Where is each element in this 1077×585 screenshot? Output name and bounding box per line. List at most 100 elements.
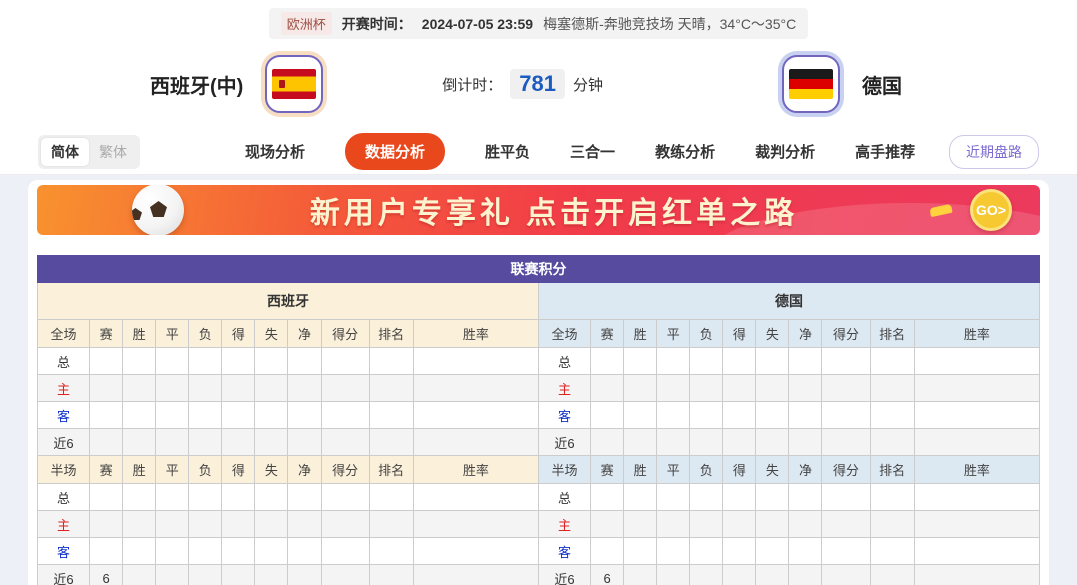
recent-odds-button[interactable]: 近期盘路	[949, 135, 1039, 169]
data-cell	[222, 538, 255, 565]
data-cell	[914, 375, 1039, 402]
column-header: 赛	[90, 456, 123, 484]
data-cell	[756, 402, 789, 429]
data-cell	[657, 484, 690, 511]
column-header: 失	[255, 320, 288, 348]
data-cell: 6	[591, 565, 624, 585]
column-header: 得分	[822, 456, 870, 484]
lang-simplified[interactable]: 简体	[41, 138, 89, 166]
data-cell	[321, 429, 369, 456]
data-cell	[413, 565, 538, 585]
data-cell	[413, 429, 538, 456]
column-header: 负	[690, 456, 723, 484]
tab-referee-analysis[interactable]: 裁判分析	[755, 133, 815, 170]
data-cell	[255, 375, 288, 402]
kickoff-time: 2024-07-05 23:59	[422, 16, 533, 32]
data-cell	[690, 429, 723, 456]
data-cell	[189, 375, 222, 402]
data-cell	[723, 511, 756, 538]
data-cell	[288, 375, 321, 402]
data-cell	[624, 538, 657, 565]
data-cell	[870, 538, 914, 565]
data-cell	[914, 402, 1039, 429]
data-cell	[789, 348, 822, 375]
data-cell	[255, 429, 288, 456]
data-cell	[123, 402, 156, 429]
league-points-section: 联赛积分 西班牙 德国 全场赛胜平负得失净得分排名胜率全场赛胜平负得失净得分排名…	[37, 255, 1040, 585]
tab-coach-analysis[interactable]: 教练分析	[655, 133, 715, 170]
data-cell	[822, 429, 870, 456]
language-toggle[interactable]: 简体 繁体	[38, 135, 140, 169]
data-cell	[591, 511, 624, 538]
data-cell	[870, 565, 914, 585]
germany-flag-icon	[782, 55, 840, 113]
column-header: 得分	[822, 320, 870, 348]
data-cell	[288, 538, 321, 565]
data-cell	[591, 348, 624, 375]
data-cell	[789, 375, 822, 402]
column-header: 平	[156, 456, 189, 484]
data-cell	[624, 375, 657, 402]
data-cell	[189, 511, 222, 538]
data-cell	[90, 402, 123, 429]
data-cell	[789, 402, 822, 429]
spain-flag-icon	[265, 55, 323, 113]
data-cell	[870, 402, 914, 429]
data-cell	[413, 402, 538, 429]
topbar-wrap: 欧洲杯 开赛时间： 2024-07-05 23:59 梅塞德斯-奔驰竞技场 天晴…	[0, 0, 1077, 39]
data-cell	[723, 375, 756, 402]
tab-three-in-one[interactable]: 三合一	[570, 133, 615, 170]
data-cell	[222, 429, 255, 456]
row-label: 客	[538, 402, 590, 429]
data-cell	[321, 348, 369, 375]
tab-expert-picks[interactable]: 高手推荐	[855, 133, 915, 170]
promo-banner[interactable]: 新用户专享礼 点击开启红单之路 GO>	[37, 185, 1040, 235]
data-cell	[156, 511, 189, 538]
data-cell	[657, 538, 690, 565]
tab-data-analysis[interactable]: 数据分析	[345, 133, 445, 170]
section-label: 半场	[38, 456, 90, 484]
data-cell	[822, 375, 870, 402]
data-cell	[255, 348, 288, 375]
data-cell	[288, 511, 321, 538]
section-label: 半场	[538, 456, 590, 484]
data-cell	[222, 375, 255, 402]
data-cell	[870, 429, 914, 456]
data-cell	[156, 348, 189, 375]
away-team-group: 德国	[782, 55, 902, 113]
data-cell	[189, 402, 222, 429]
data-cell	[690, 484, 723, 511]
data-cell	[288, 429, 321, 456]
data-cell	[657, 402, 690, 429]
data-cell	[870, 484, 914, 511]
row-label: 总	[538, 484, 590, 511]
home-team-group: 西班牙(中)	[150, 55, 323, 113]
column-header: 得	[723, 456, 756, 484]
data-cell	[591, 429, 624, 456]
column-header: 失	[756, 456, 789, 484]
data-cell	[822, 565, 870, 585]
data-cell	[90, 511, 123, 538]
data-cell	[789, 511, 822, 538]
column-header: 净	[789, 320, 822, 348]
data-cell	[90, 429, 123, 456]
go-button[interactable]: GO>	[970, 189, 1012, 231]
tab-win-draw-lose[interactable]: 胜平负	[485, 133, 530, 170]
data-cell	[288, 402, 321, 429]
data-cell	[591, 375, 624, 402]
column-header: 胜率	[914, 320, 1039, 348]
data-cell	[123, 538, 156, 565]
column-header: 失	[255, 456, 288, 484]
row-label: 主	[38, 375, 90, 402]
data-cell	[321, 565, 369, 585]
data-cell	[369, 402, 413, 429]
section-label: 全场	[538, 320, 590, 348]
data-cell	[756, 484, 789, 511]
data-cell	[255, 402, 288, 429]
column-header: 平	[657, 320, 690, 348]
tab-live-analysis[interactable]: 现场分析	[245, 133, 305, 170]
lang-traditional[interactable]: 繁体	[89, 138, 137, 166]
countdown-unit: 分钟	[573, 74, 603, 95]
table-team-row: 西班牙 德国	[38, 283, 1040, 320]
data-cell	[914, 511, 1039, 538]
